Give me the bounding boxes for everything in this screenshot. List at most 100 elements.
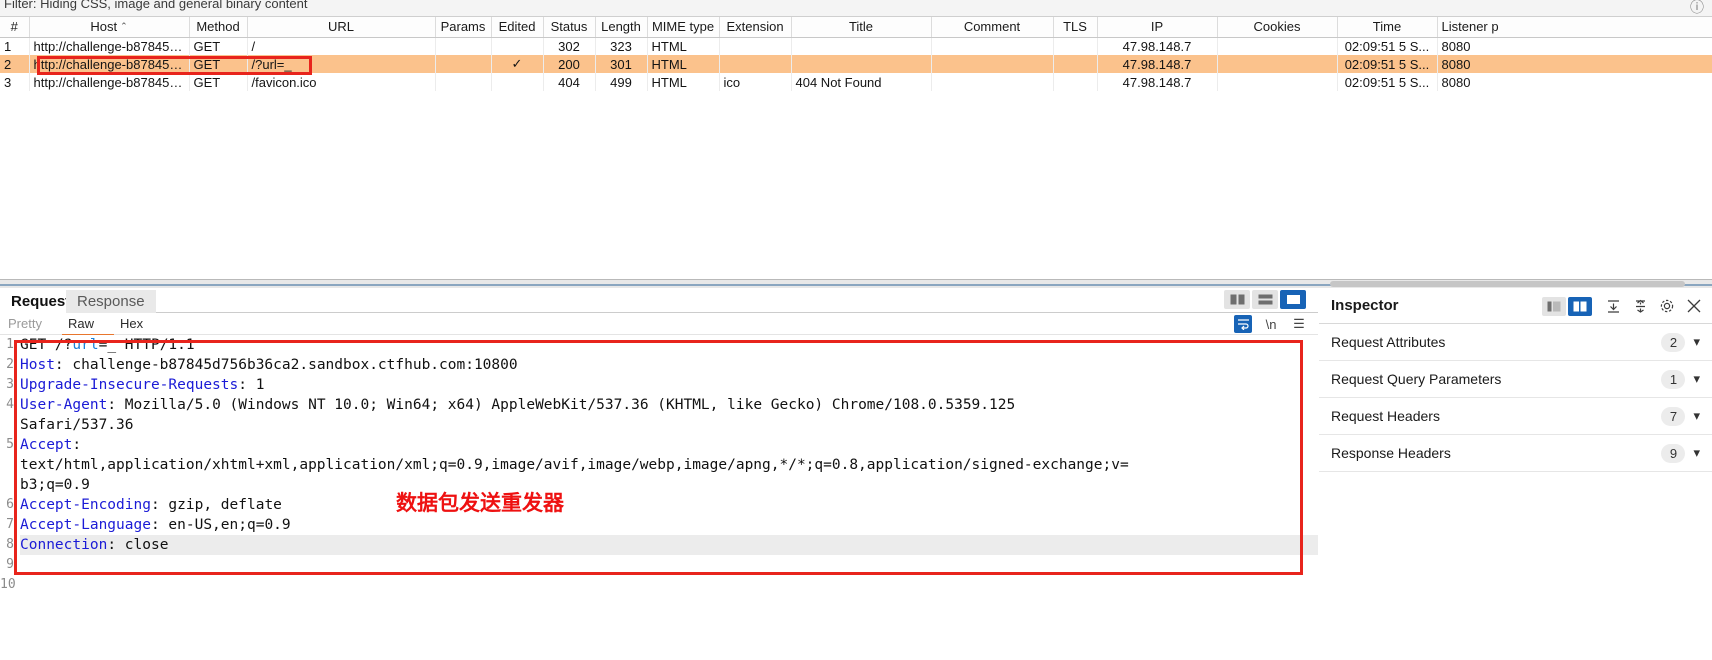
table-row[interactable]: 3 http://challenge-b87845d75... GET /fav… [0,73,1712,91]
cell-method: GET [189,37,248,55]
header-name: Accept-Language [20,517,151,533]
chevron-down-icon[interactable]: ▾ [1693,408,1700,424]
chevron-down-icon[interactable]: ▾ [1693,371,1700,387]
split-vertical-icon[interactable] [1224,290,1250,309]
code-line[interactable]: GET /?url=_ HTTP/1.1 [20,335,1318,355]
header-name: Accept-Encoding [20,497,151,513]
hamburger-menu-icon[interactable]: ☰ [1290,315,1308,333]
cell-edited [491,73,544,91]
code-line[interactable]: Accept: [20,435,1318,455]
proxy-history-table[interactable]: # Host ⌃ Method URL Params Edited Status … [0,17,1712,280]
section-count: 9 [1661,443,1686,463]
column-header-num[interactable]: # [0,17,30,38]
column-header-listener[interactable]: Listener p [1437,17,1712,38]
cell-num: 3 [0,73,30,91]
cell-params [435,37,492,55]
table-row[interactable]: 1 http://challenge-b87845d75... GET / 30… [0,37,1712,55]
chinese-annotation-label: 数据包发送重发器 [396,491,564,515]
table-row[interactable]: 2 http://challenge-b87845d75... GET /?ur… [0,55,1712,73]
section-label: Request Attributes [1331,334,1446,350]
layout-right-icon[interactable] [1568,296,1592,316]
subtab-pretty[interactable]: Pretty [8,314,42,334]
line-number [0,475,17,495]
cell-tls [1053,37,1098,55]
request-code-editor[interactable]: 1 2 3 4 5 6 7 8 9 10 GET /?url=_ HTTP/1.1 Host: ch… [0,335,1318,660]
chevron-down-icon[interactable]: ▾ [1693,445,1700,461]
table-header-row: # Host ⌃ Method URL Params Edited Status … [0,17,1712,38]
question-circle-icon[interactable]: ⓘ [1690,0,1704,16]
split-horizontal-icon[interactable] [1252,290,1278,309]
code-text: Safari/537.36 [20,417,134,433]
cell-host: http://challenge-b87845d75... [29,55,190,73]
expand-all-icon[interactable] [1603,296,1623,316]
code-line[interactable]: User-Agent: Mozilla/5.0 (Windows NT 10.0… [20,395,1318,415]
tab-response[interactable]: Response [66,290,156,313]
cell-ip: 47.98.148.7 [1097,37,1218,55]
column-header-host[interactable]: Host ⌃ [29,17,190,38]
code-text: : [72,437,82,453]
inspector-section-response-headers[interactable]: Response Headers 9 ▾ [1319,435,1712,472]
editor-layout-toggle [1224,290,1306,309]
code-line[interactable]: Host: challenge-b87845d756b36ca2.sandbox… [20,355,1318,375]
code-line[interactable]: Connection: close [20,535,1318,555]
word-wrap-icon[interactable] [1234,315,1252,333]
subtab-raw[interactable]: Raw [68,314,94,334]
cell-status: 404 [543,73,596,91]
inspector-section-request-attributes[interactable]: Request Attributes 2 ▾ [1319,324,1712,361]
column-header-tls[interactable]: TLS [1053,17,1098,38]
code-line[interactable]: b3;q=0.9 [20,475,1318,495]
subtab-hex[interactable]: Hex [120,314,143,334]
cell-comment [931,55,1054,73]
column-header-title[interactable]: Title [791,17,932,38]
section-label: Request Headers [1331,408,1440,424]
cell-length: 499 [595,73,648,91]
code-line[interactable]: text/html,application/xhtml+xml,applicat… [20,455,1318,475]
code-line[interactable] [20,575,1318,595]
cell-length: 301 [595,55,648,73]
column-header-params[interactable]: Params [435,17,492,38]
column-header-time[interactable]: Time [1337,17,1438,38]
column-header-edited[interactable]: Edited [491,17,544,38]
filter-bar[interactable]: Filter: Hiding CSS, image and general bi… [0,0,1712,17]
single-pane-icon[interactable] [1280,290,1306,309]
cell-method: GET [189,55,248,73]
inspector-header-icons [1542,296,1704,316]
column-header-comment[interactable]: Comment [931,17,1054,38]
cell-url: /?url=_ [247,55,436,73]
column-header-method[interactable]: Method [189,17,248,38]
horizontal-scrollbar[interactable] [1330,281,1685,287]
column-header-url[interactable]: URL [247,17,436,38]
column-header-mime[interactable]: MIME type [647,17,720,38]
newline-icon[interactable]: \n [1262,315,1280,333]
line-number: 3 [6,377,14,392]
request-raw-text[interactable]: GET /?url=_ HTTP/1.1 Host: challenge-b878… [20,335,1318,660]
code-line[interactable]: Accept-Encoding: gzip, deflate [20,495,1318,515]
cell-mime: HTML [647,37,720,55]
inspector-section-request-query-parameters[interactable]: Request Query Parameters 1 ▾ [1319,361,1712,398]
column-header-extension[interactable]: Extension [719,17,792,38]
close-icon[interactable] [1684,296,1704,316]
header-name: User-Agent [20,397,108,413]
line-number: 8 [6,537,14,552]
inspector-layout-toggle [1542,296,1592,316]
cell-url: / [247,37,436,55]
inspector-section-request-headers[interactable]: Request Headers 7 ▾ [1319,398,1712,435]
column-header-cookies[interactable]: Cookies [1217,17,1338,38]
chevron-down-icon[interactable]: ▾ [1693,334,1700,350]
code-line[interactable]: Accept-Language: en-US,en;q=0.9 [20,515,1318,535]
collapse-all-icon[interactable] [1630,296,1650,316]
cell-cookies [1217,37,1338,55]
line-number: 6 [6,497,14,512]
section-count: 2 [1661,332,1686,352]
code-line[interactable]: Safari/537.36 [20,415,1318,435]
cell-method: GET [189,73,248,91]
code-line[interactable]: Upgrade-Insecure-Requests: 1 [20,375,1318,395]
column-header-ip[interactable]: IP [1097,17,1218,38]
column-header-status[interactable]: Status [543,17,596,38]
layout-left-icon[interactable] [1542,296,1566,316]
code-text: =_ HTTP/1.1 [98,337,195,353]
code-line[interactable] [20,555,1318,575]
gear-icon[interactable] [1657,296,1677,316]
column-header-length[interactable]: Length [595,17,648,38]
cell-mime: HTML [647,55,720,73]
